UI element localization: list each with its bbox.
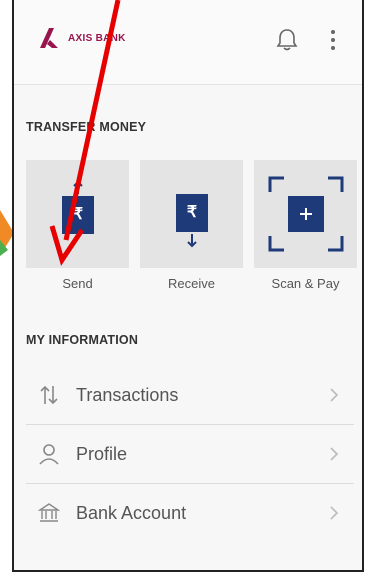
- transfer-money-heading: TRANSFER MONEY: [26, 120, 147, 134]
- app-header: AXIS BANK: [14, 0, 362, 85]
- axis-bank-logo-icon: [40, 28, 58, 48]
- receive-arrow-icon: [187, 234, 197, 248]
- send-tile[interactable]: ₹: [26, 160, 129, 268]
- scan-pay-label: Scan & Pay: [271, 276, 340, 291]
- more-vert-icon[interactable]: [330, 30, 336, 50]
- bank-icon: [38, 503, 60, 522]
- scan-pay-tile[interactable]: [254, 160, 357, 268]
- list-item-profile[interactable]: Profile: [26, 425, 354, 484]
- profile-label: Profile: [76, 444, 128, 464]
- receive-rupee-icon: ₹: [176, 194, 208, 232]
- bank-name: AXIS BANK: [68, 32, 126, 44]
- send-arrow-icon: [73, 180, 83, 194]
- chevron-right-icon: [330, 388, 339, 402]
- receive-label: Receive: [168, 276, 215, 291]
- chevron-right-icon: [330, 447, 339, 461]
- transactions-icon: [40, 385, 58, 405]
- list-item-bank-account[interactable]: Bank Account: [26, 484, 354, 542]
- chevron-right-icon: [330, 506, 339, 520]
- transactions-label: Transactions: [76, 385, 179, 405]
- receive-tile[interactable]: ₹: [140, 160, 243, 268]
- list-item-transactions[interactable]: Transactions: [26, 366, 354, 425]
- send-label: Send: [62, 276, 93, 291]
- phone-screen: AXIS BANK TRANSFER MONEY ₹ Send ₹ Receiv…: [12, 0, 364, 572]
- scan-pay-icon: [268, 176, 344, 252]
- my-information-heading: MY INFORMATION: [26, 333, 139, 347]
- send-rupee-icon: ₹: [62, 196, 94, 234]
- bank-account-label: Bank Account: [76, 503, 187, 523]
- bell-icon[interactable]: [276, 28, 298, 52]
- profile-icon: [39, 444, 59, 465]
- axis-bank-logo[interactable]: AXIS BANK: [40, 28, 126, 48]
